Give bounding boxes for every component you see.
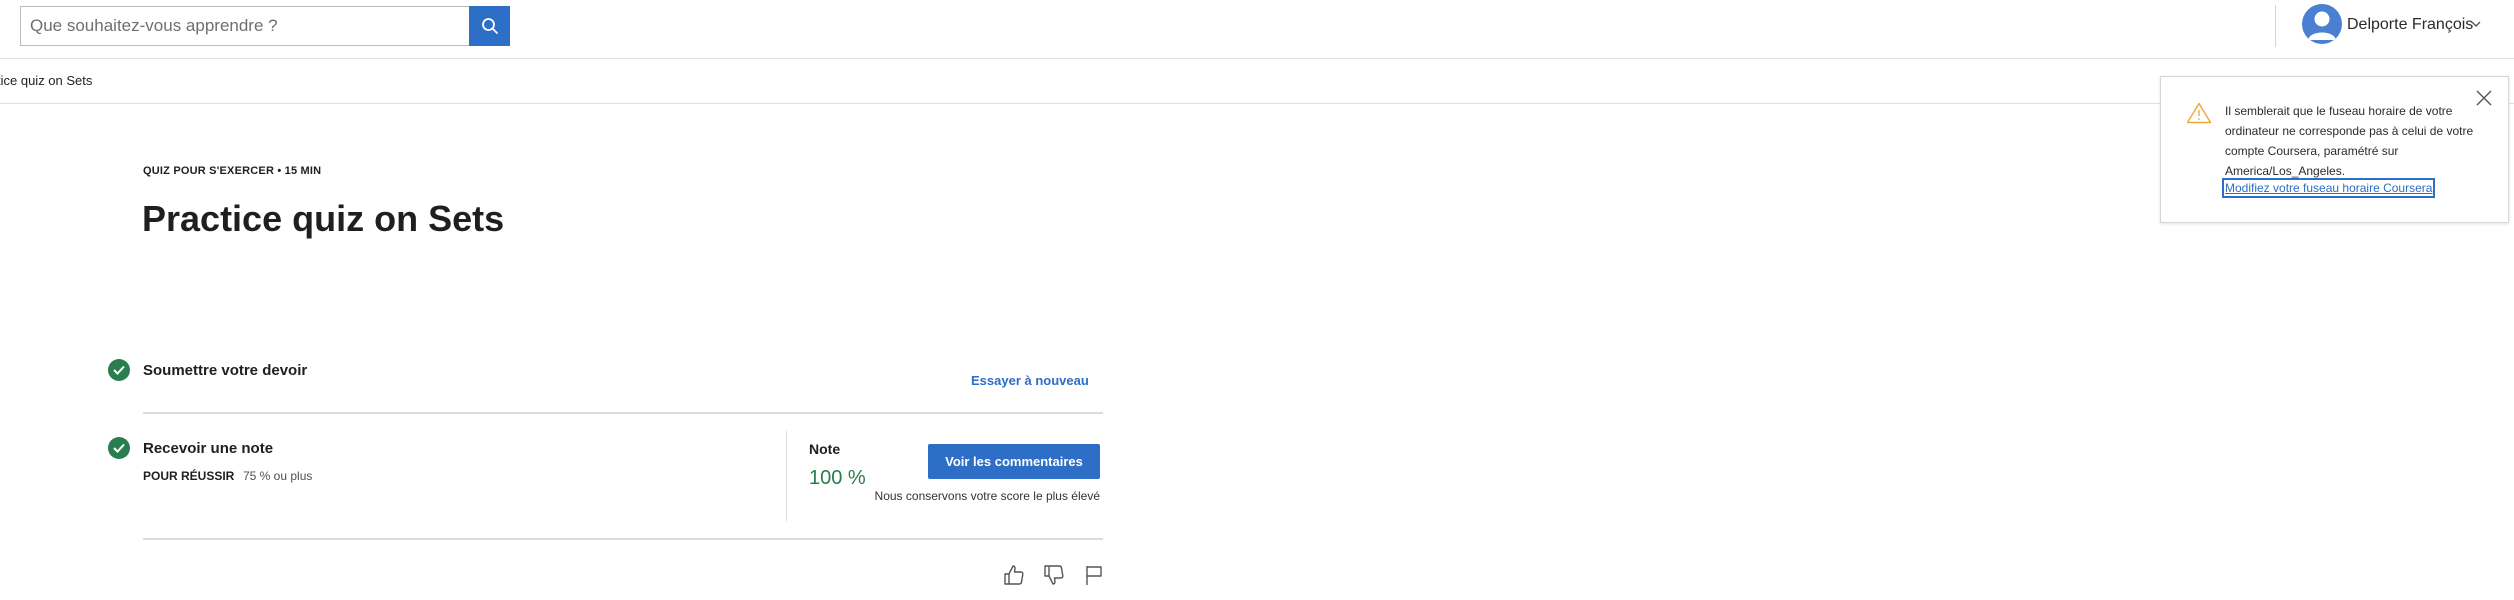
grade-value: 100 % — [809, 467, 866, 489]
step-divider — [143, 538, 1103, 540]
search-icon — [481, 18, 498, 34]
change-timezone-link[interactable]: Modifiez votre fuseau horaire Coursera — [2221, 178, 2436, 198]
warning-icon — [2186, 102, 2212, 124]
grade-label: Note — [809, 441, 841, 457]
retry-link[interactable]: Essayer à nouveau — [971, 373, 1089, 388]
check-icon — [108, 437, 130, 459]
top-navigation-bar: Que souhaitez-vous apprendre ? Delporte … — [0, 0, 2514, 59]
page-title: Practice quiz on Sets — [142, 198, 505, 239]
flag-icon[interactable] — [1082, 563, 1106, 587]
avatar[interactable] — [2302, 4, 2342, 44]
avatar-icon — [2308, 11, 2336, 40]
thumbs-down-icon[interactable] — [1042, 563, 1066, 587]
search-button[interactable] — [469, 6, 510, 46]
grade-step-title: Recevoir une note — [143, 440, 274, 457]
search-input[interactable]: Que souhaitez-vous apprendre ? — [20, 6, 470, 46]
item-type-label: QUIZ POUR S'EXERCER • 15 MIN — [143, 165, 322, 177]
pass-label: POUR RÉUSSIR — [143, 469, 235, 483]
feedback-actions — [1002, 563, 1106, 587]
breadcrumb-current[interactable]: tice quiz on Sets — [0, 73, 92, 88]
view-feedback-button[interactable]: Voir les commentaires — [928, 444, 1100, 479]
header-divider — [2275, 5, 2276, 47]
chevron-down-icon[interactable] — [2470, 18, 2482, 30]
grade-divider — [786, 431, 787, 521]
timezone-notification: Il semblerait que le fuseau horaire de v… — [2160, 76, 2509, 223]
check-icon — [108, 359, 130, 381]
timezone-message: Il semblerait que le fuseau horaire de v… — [2225, 104, 2474, 178]
score-note: Nous conservons votre score le plus élev… — [874, 489, 1100, 503]
pass-value: 75 % ou plus — [243, 469, 313, 483]
thumbs-up-icon[interactable] — [1002, 563, 1026, 587]
close-icon[interactable] — [2475, 89, 2493, 107]
step-divider — [143, 412, 1103, 414]
breadcrumb: tice quiz on Sets — [0, 59, 2514, 104]
submit-step-title: Soumettre votre devoir — [143, 362, 308, 379]
user-name[interactable]: Delporte François — [2347, 16, 2473, 34]
